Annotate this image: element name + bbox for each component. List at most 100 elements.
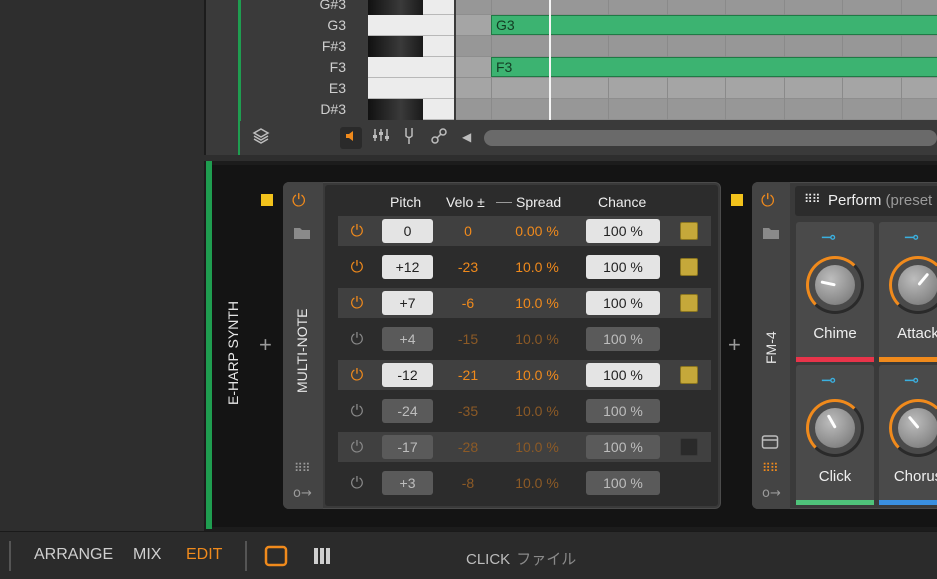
note-grid-row[interactable] [456, 0, 937, 15]
piano-key-white[interactable] [368, 78, 454, 99]
note-grid-row[interactable] [456, 36, 937, 57]
device-power-icon[interactable]: ⏻ [292, 191, 305, 211]
macro-knob-2[interactable]: ⊸ Attack [879, 222, 937, 362]
chance-field[interactable]: 100 % [586, 399, 660, 423]
horizontal-scrollbar[interactable] [484, 130, 937, 146]
voice-power-icon[interactable]: ⏻ [347, 401, 367, 421]
piano-key-row[interactable]: G3 [282, 15, 454, 36]
add-device-plus-icon[interactable]: + [259, 334, 272, 356]
spread-value[interactable]: 10.0 % [501, 288, 573, 318]
velocity-value[interactable]: -21 [443, 360, 493, 390]
spread-value[interactable]: 10.0 % [501, 252, 573, 282]
voice-power-icon[interactable]: ⏻ [347, 329, 367, 349]
velocity-value[interactable]: -35 [443, 396, 493, 426]
pitch-field[interactable]: -12 [382, 363, 433, 387]
track-title[interactable]: E-HARP SYNTH [225, 301, 241, 405]
chance-field[interactable]: 100 % [586, 435, 660, 459]
piano-key-black[interactable] [368, 99, 423, 120]
chance-field[interactable]: 100 % [586, 471, 660, 495]
modulator-key-icon[interactable]: o→ [762, 486, 781, 501]
velocity-value[interactable]: -6 [443, 288, 493, 318]
modulation-arrow-icon[interactable]: ⊸ [904, 228, 919, 248]
knob[interactable] [806, 256, 864, 314]
pitch-field[interactable]: -17 [382, 435, 433, 459]
tab-edit[interactable]: EDIT [186, 546, 222, 564]
velocity-value[interactable]: -8 [443, 468, 493, 498]
note-grid-row[interactable] [456, 78, 937, 99]
pitch-field[interactable]: -24 [382, 399, 433, 423]
device-title[interactable]: FM-4 [763, 331, 779, 364]
knob[interactable] [889, 256, 937, 314]
piano-key-row[interactable]: G#3 [282, 0, 454, 15]
tab-arrange[interactable]: ARRANGE [34, 546, 113, 564]
columns-view-icon[interactable] [312, 546, 332, 570]
piano-key-white[interactable] [368, 15, 454, 36]
grid-dots-icon[interactable]: ⠿⠿ [294, 461, 311, 475]
tuning-fork-icon[interactable] [398, 127, 420, 149]
midi-note[interactable]: F3 [491, 57, 937, 77]
knob[interactable] [806, 399, 864, 457]
spread-value[interactable]: 10.0 % [501, 432, 573, 462]
chance-field[interactable]: 100 % [586, 291, 660, 315]
modulator-key-icon[interactable]: o→ [293, 486, 312, 501]
velocity-value[interactable]: -28 [443, 432, 493, 462]
device-title[interactable]: MULTI-NOTE [294, 308, 310, 393]
panel-layout-icon[interactable] [264, 545, 288, 571]
note-grid-row[interactable] [456, 99, 937, 120]
voice-power-icon[interactable]: ⏻ [347, 365, 367, 385]
folder-icon[interactable] [762, 225, 780, 244]
device-power-icon[interactable]: ⏻ [761, 191, 774, 211]
spread-value[interactable]: 10.0 % [501, 324, 573, 354]
window-icon[interactable] [761, 434, 779, 454]
velocity-value[interactable]: -15 [443, 324, 493, 354]
chance-field[interactable]: 100 % [586, 327, 660, 351]
pitch-field[interactable]: +12 [382, 255, 433, 279]
voice-power-icon[interactable]: ⏻ [347, 257, 367, 277]
voice-power-icon[interactable]: ⏻ [347, 437, 367, 457]
velocity-value[interactable]: 0 [443, 216, 493, 246]
piano-key-row[interactable]: D#3 [282, 99, 454, 120]
mixer-sliders-icon[interactable] [370, 127, 392, 149]
add-device-plus-icon[interactable]: + [728, 334, 741, 356]
chance-field[interactable]: 100 % [586, 363, 660, 387]
spread-value[interactable]: 10.0 % [501, 468, 573, 498]
pitch-field[interactable]: +4 [382, 327, 433, 351]
modulation-arrow-icon[interactable]: ⊸ [904, 371, 919, 391]
modulation-arrow-icon[interactable]: ⊸ [821, 371, 836, 391]
pitch-field[interactable]: +3 [382, 471, 433, 495]
macro-knob-1[interactable]: ⊸ Chime [796, 222, 874, 362]
device-indicator[interactable] [731, 194, 743, 206]
pitch-field[interactable]: 0 [382, 219, 433, 243]
voice-power-icon[interactable]: ⏻ [347, 293, 367, 313]
folder-icon[interactable] [293, 225, 311, 244]
piano-key-white[interactable] [368, 57, 454, 78]
midi-note[interactable]: G3 [491, 15, 937, 35]
piano-key-black[interactable] [368, 0, 423, 15]
chance-field[interactable]: 100 % [586, 219, 660, 243]
modulation-link-icon[interactable] [428, 127, 450, 149]
piano-key-black[interactable] [368, 36, 423, 57]
macro-knob-3[interactable]: ⊸ Click [796, 365, 874, 505]
piano-key-row[interactable]: F3 [282, 57, 454, 78]
perform-header[interactable]: ⠿⠿ Perform (preset [795, 186, 937, 216]
pitch-field[interactable]: +7 [382, 291, 433, 315]
scroll-left-arrow-icon[interactable]: ◀ [462, 130, 471, 144]
chance-field[interactable]: 100 % [586, 255, 660, 279]
piano-key-row[interactable]: E3 [282, 78, 454, 99]
playhead[interactable] [549, 0, 551, 120]
grid-dots-icon[interactable]: ⠿⠿ [762, 461, 779, 475]
tab-mix[interactable]: MIX [133, 546, 161, 564]
spread-value[interactable]: 10.0 % [501, 396, 573, 426]
velocity-value[interactable]: -23 [443, 252, 493, 282]
layers-icon[interactable] [250, 127, 272, 149]
spread-value[interactable]: 10.0 % [501, 360, 573, 390]
knob[interactable] [889, 399, 937, 457]
device-indicator[interactable] [261, 194, 273, 206]
piano-key-row[interactable]: F#3 [282, 36, 454, 57]
voice-power-icon[interactable]: ⏻ [347, 473, 367, 493]
modulation-arrow-icon[interactable]: ⊸ [821, 228, 836, 248]
spread-value[interactable]: 0.00 % [501, 216, 573, 246]
voice-power-icon[interactable]: ⏻ [347, 221, 367, 241]
speaker-icon[interactable] [340, 127, 362, 149]
macro-knob-4[interactable]: ⊸ Chorus [879, 365, 937, 505]
